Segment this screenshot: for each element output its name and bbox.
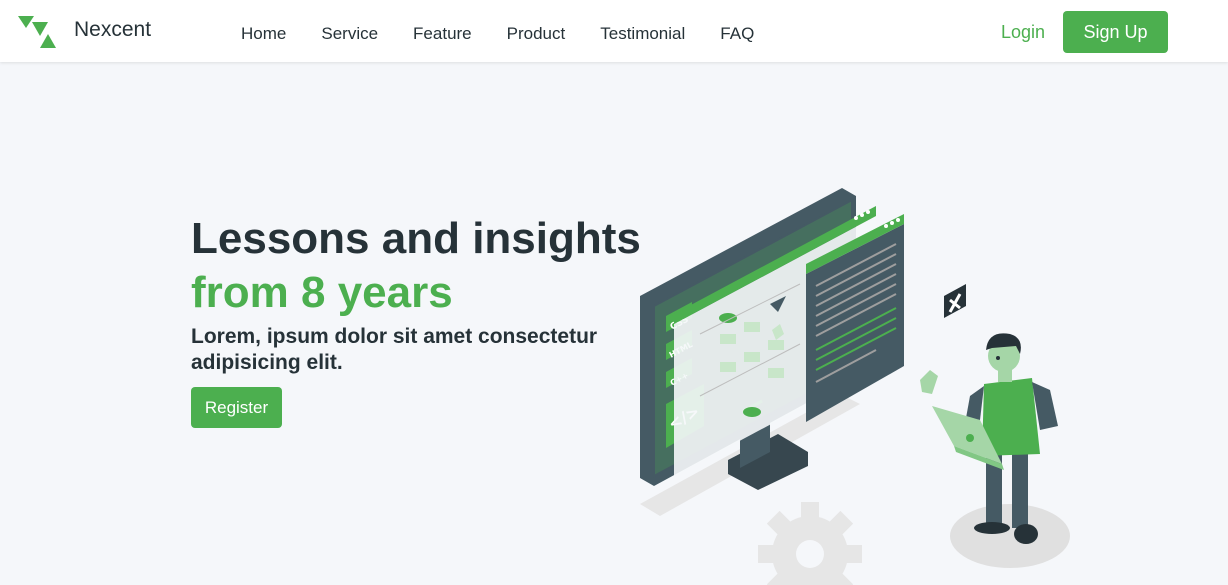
nav-link-home[interactable]: Home: [241, 24, 286, 44]
gear-icon: [758, 502, 862, 585]
register-button[interactable]: Register: [191, 387, 282, 428]
brand-name: Nexcent: [74, 18, 152, 41]
hero-title-line2: from 8 years: [191, 268, 453, 317]
person-shadow: [950, 504, 1070, 568]
hero-subtitle: Lorem, ipsum dolor sit amet consectetur …: [191, 325, 598, 374]
nexcent-logo-icon: [18, 16, 56, 48]
developer-illustration: CSS HTML C++ </>: [640, 188, 1070, 585]
signup-button[interactable]: Sign Up: [1063, 11, 1168, 53]
main-nav: Home Service Feature Product Testimonial…: [241, 24, 789, 44]
close-icon: [944, 284, 966, 318]
top-navbar: Nexcent Home Service Feature Product Tes…: [0, 0, 1228, 62]
nav-link-feature[interactable]: Feature: [413, 24, 472, 44]
brand-logo[interactable]: Nexcent: [18, 14, 151, 50]
nav-link-testimonial[interactable]: Testimonial: [600, 24, 685, 44]
login-link[interactable]: Login: [1001, 22, 1045, 43]
hero-section: Lessons and insights from 8 years Lorem,…: [0, 62, 1228, 585]
nav-link-product[interactable]: Product: [507, 24, 566, 44]
nav-link-faq[interactable]: FAQ: [720, 24, 754, 44]
hero-title: Lessons and insights from 8 years: [191, 212, 641, 320]
hero-title-line1: Lessons and insights: [191, 214, 641, 263]
nav-link-service[interactable]: Service: [321, 24, 378, 44]
